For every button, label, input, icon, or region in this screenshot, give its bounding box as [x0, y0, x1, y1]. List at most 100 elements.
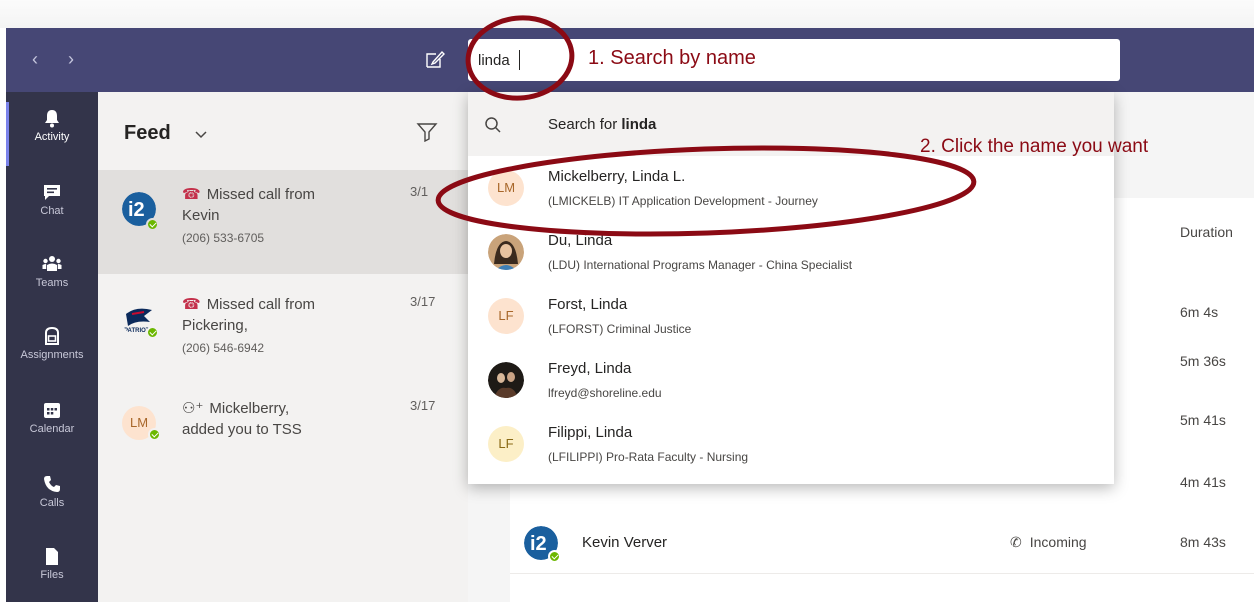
rail-item-calendar[interactable]: Calendar [6, 392, 98, 462]
presence-available-icon [148, 428, 161, 441]
feed-title[interactable]: Feed [124, 122, 171, 145]
feed-panel: Feed i2 ☎ Missed call from Kevin (206) 53… [98, 92, 468, 602]
result-detail: (LFILIPPI) Pro-Rata Faculty - Nursing [548, 450, 749, 464]
avatar: LM [488, 170, 524, 206]
search-result-item[interactable]: Du, Linda (LDU) International Programs M… [468, 222, 1114, 286]
bell-icon [45, 110, 59, 128]
avatar-photo [488, 362, 524, 398]
missed-call-icon: ☎ [182, 186, 201, 203]
svg-text:i2: i2 [128, 199, 145, 221]
chat-icon [44, 185, 60, 200]
rail-item-teams[interactable]: Teams [6, 246, 98, 316]
filter-icon[interactable] [416, 122, 438, 142]
top-strip [0, 0, 1254, 28]
result-name: Freyd, Linda [548, 360, 632, 377]
presence-available-icon [146, 326, 159, 339]
call-type: ✆ Incoming [1010, 534, 1087, 551]
call-row[interactable]: i2 Kevin Verver ✆ Incoming 8m 43s [510, 514, 1254, 574]
call-contact-name: Kevin Verver [582, 534, 668, 551]
search-icon [485, 117, 501, 133]
feed-item-text: ☎ Missed call from Kevin (206) 533-6705 [182, 184, 402, 249]
result-detail: (LFORST) Criminal Justice [548, 322, 692, 336]
teams-icon [42, 256, 62, 271]
search-result-item[interactable]: LF Forst, Linda (LFORST) Criminal Justic… [468, 286, 1114, 350]
search-box[interactable] [468, 39, 1120, 81]
call-duration: 5m 41s [1180, 412, 1226, 428]
feed-item[interactable]: i2 ☎ Missed call from Kevin (206) 533-670… [98, 170, 468, 274]
forward-arrow-icon[interactable]: › [68, 50, 74, 68]
call-duration: 4m 41s [1180, 474, 1226, 490]
search-for-prefix: Search for [548, 116, 622, 133]
result-detail: (LDU) International Programs Manager - C… [548, 258, 853, 272]
rail-item-files[interactable]: Files [6, 538, 98, 602]
call-type-label: Incoming [1029, 534, 1087, 550]
rail-label-files: Files [40, 569, 64, 581]
result-name: Du, Linda [548, 232, 613, 249]
feed-item-title-text: Missed call from [206, 186, 316, 203]
back-arrow-icon[interactable]: ‹ [32, 50, 38, 68]
chevron-down-icon[interactable] [194, 128, 208, 142]
annotation-step-2: 2. Click the name you want [920, 136, 1149, 157]
search-result-item[interactable]: LF Filippi, Linda (LFILIPPI) Pro-Rata Fa… [468, 414, 1114, 478]
rail-label-calendar: Calendar [29, 423, 75, 435]
result-name: Mickelberry, Linda L. [548, 168, 686, 185]
rail-label-teams: Teams [35, 277, 69, 289]
feed-item-title: ☎ Missed call from [182, 184, 402, 205]
incoming-call-icon: ✆ [1010, 534, 1022, 550]
calendar-icon [44, 403, 60, 418]
feed-header: Feed [98, 92, 468, 170]
search-result-item[interactable]: LM Mickelberry, Linda L. (LMICKELB) IT A… [468, 158, 1114, 222]
feed-item-date: 3/1 [410, 184, 429, 199]
presence-available-icon [146, 218, 159, 231]
feed-item[interactable]: PATRIOTS ☎ Missed call from Pickering, (2… [98, 280, 468, 384]
feed-item-subtitle: Pickering, [182, 317, 248, 334]
result-name: Filippi, Linda [548, 424, 633, 441]
avatar: LF [488, 426, 524, 462]
annotation-step-1: 1. Search by name [588, 47, 756, 69]
avatar: LF [488, 298, 524, 334]
result-detail: lfreyd@shoreline.edu [548, 386, 662, 400]
feed-item-date: 3/17 [410, 294, 436, 309]
call-duration: 6m 4s [1180, 304, 1219, 320]
search-input[interactable] [478, 49, 1038, 71]
column-header-duration[interactable]: Duration [1180, 224, 1233, 240]
result-detail: (LMICKELB) IT Application Development - … [548, 194, 818, 208]
rail-item-assignments[interactable]: Assignments [6, 318, 98, 388]
text-cursor [519, 50, 520, 70]
feed-item-subtitle: Kevin [182, 207, 220, 224]
rail-item-activity[interactable]: Activity [6, 100, 98, 170]
feed-item-phone: (206) 533-6705 [182, 231, 265, 245]
feed-item-title-text: Mickelberry, [209, 400, 290, 417]
feed-item-date: 3/17 [410, 398, 436, 413]
assignments-icon [45, 326, 59, 345]
phone-icon [44, 476, 60, 492]
file-icon [46, 548, 58, 565]
feed-item[interactable]: LM ⚇⁺ Mickelberry, added you to TSS 3/17 [98, 384, 468, 488]
rail-item-calls[interactable]: Calls [6, 466, 98, 536]
feed-item-subtitle: added you to TSS [182, 421, 302, 438]
svg-text:i2: i2 [530, 533, 547, 555]
rail-label-activity: Activity [34, 131, 70, 143]
missed-call-icon: ☎ [182, 296, 201, 313]
compose-icon[interactable] [424, 48, 446, 70]
result-name: Forst, Linda [548, 296, 628, 313]
feed-item-text: ⚇⁺ Mickelberry, added you to TSS [182, 398, 402, 440]
feed-item-text: ☎ Missed call from Pickering, (206) 546-6… [182, 294, 402, 359]
search-for-label: Search for linda [548, 116, 656, 133]
rail-item-chat[interactable]: Chat [6, 174, 98, 244]
app-rail: Activity Chat Teams Assignments Calendar… [6, 92, 98, 602]
rail-label-chat: Chat [40, 205, 64, 217]
call-duration: 5m 36s [1180, 353, 1226, 369]
search-for-term: linda [621, 116, 657, 133]
presence-available-icon [548, 550, 561, 563]
feed-item-phone: (206) 546-6942 [182, 341, 265, 355]
avatar-photo [488, 234, 524, 270]
add-people-icon: ⚇⁺ [182, 400, 204, 417]
feed-item-title-text: Missed call from [206, 296, 316, 313]
feed-item-title: ⚇⁺ Mickelberry, [182, 398, 402, 419]
rail-label-calls: Calls [39, 497, 65, 509]
search-result-item[interactable]: Freyd, Linda lfreyd@shoreline.edu [468, 350, 1114, 414]
feed-item-title: ☎ Missed call from [182, 294, 402, 315]
rail-label-assignments: Assignments [20, 349, 84, 361]
call-duration: 8m 43s [1180, 534, 1226, 550]
